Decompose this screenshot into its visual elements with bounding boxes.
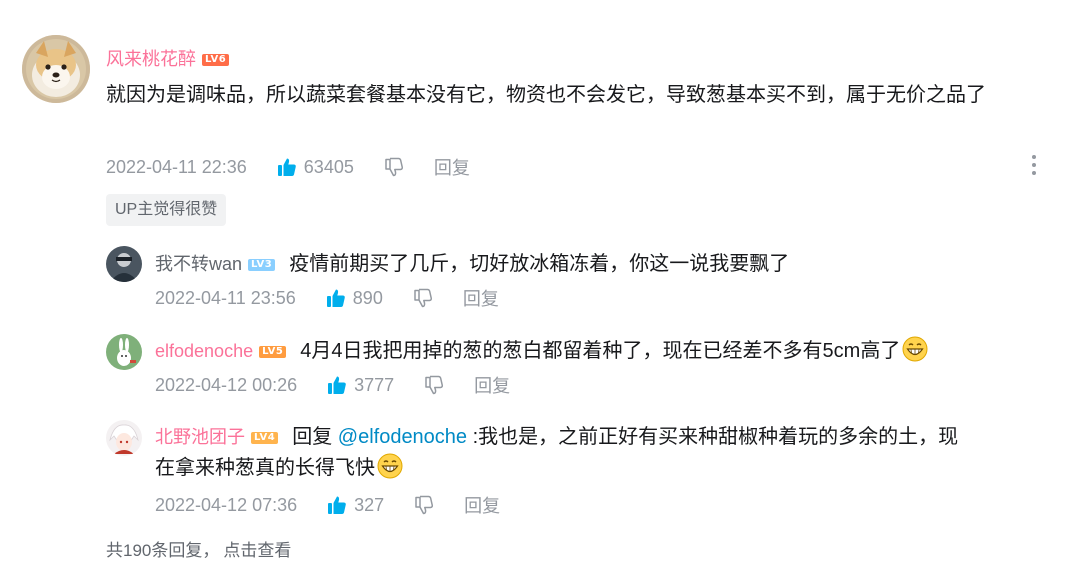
- like-button[interactable]: 63405: [277, 157, 354, 178]
- reply-line: elfodenoche LV5 4月4日我把用掉的葱的葱白都留着种了，现在已经差不多…: [155, 336, 928, 367]
- reply-text: :我也是，之前正好有买来种甜椒种着玩的多余的土，现: [472, 426, 959, 448]
- reply-time: 2022-04-12 00:26: [155, 374, 298, 395]
- thumbs-down-icon: [425, 375, 444, 395]
- reply-line: 我不转wan LV3 疫情前期买了几斤，切好放冰箱冻着，你这一说我要飘了: [155, 249, 789, 280]
- level-badge: LV3: [248, 259, 276, 271]
- reply-meta: 2022-04-12 07:36 327 回复: [155, 492, 500, 518]
- reply-time: 2022-04-11 23:56: [155, 287, 296, 308]
- reply-text: 4月4日我把用掉的葱的葱白都留着种了，现在已经差不多有5cm高了: [300, 340, 901, 362]
- like-button[interactable]: 3777: [327, 375, 394, 396]
- replies-summary: 共190条回复， 点击查看: [106, 536, 291, 561]
- reply-username[interactable]: elfodenoche: [155, 341, 253, 361]
- dislike-button[interactable]: [384, 157, 404, 177]
- reply-text: 在拿来种葱真的长得飞快: [155, 457, 375, 479]
- thumbs-up-icon: [328, 376, 346, 394]
- level-badge: LV5: [259, 346, 287, 358]
- reply-button[interactable]: 回复: [464, 492, 500, 518]
- comment-meta: 2022-04-11 22:36 63405 回复: [106, 154, 470, 180]
- like-count: 3777: [354, 374, 395, 395]
- comment-text: 就因为是调味品，所以蔬菜套餐基本没有它，物资也不会发它，导致葱基本买不到，属于无…: [106, 84, 986, 106]
- reply-button[interactable]: 回复: [474, 372, 510, 398]
- level-badge: LV6: [202, 54, 230, 66]
- like-button[interactable]: 890: [326, 288, 383, 309]
- like-count: 63405: [303, 156, 354, 177]
- username-text[interactable]: 风来桃花醉: [106, 49, 196, 69]
- reply-text: 疫情前期买了几斤，切好放冰箱冻着，你这一说我要飘了: [289, 253, 790, 275]
- thumbs-up-icon: [328, 496, 346, 514]
- reply-prefix: 回复: [292, 426, 333, 448]
- reply-username[interactable]: 我不转wan: [155, 254, 242, 274]
- thumbs-up-icon: [326, 289, 345, 307]
- reply-button[interactable]: 回复: [463, 285, 499, 311]
- reply-time: 2022-04-12 07:36: [155, 494, 298, 515]
- rabbit-avatar-icon: [106, 334, 142, 370]
- reply-line: 北野池团子 LV4 回复 @elfodenoche :我也是，之前正好有买来种甜椒种…: [155, 422, 958, 453]
- thumbs-down-icon: [414, 288, 432, 308]
- reply-meta: 2022-04-12 00:26 3777 回复: [155, 372, 510, 398]
- thumbs-down-icon: [415, 495, 434, 515]
- like-count: 890: [352, 287, 383, 308]
- avatar[interactable]: [22, 35, 90, 103]
- shiba-dog-avatar-icon: [22, 35, 90, 103]
- reply-button[interactable]: 回复: [434, 154, 470, 180]
- avatar[interactable]: [106, 334, 142, 370]
- comment-time: 2022-04-11 22:36: [106, 156, 247, 177]
- more-options-icon[interactable]: [1026, 153, 1042, 182]
- dislike-button[interactable]: [424, 375, 444, 395]
- reply-username[interactable]: 北野池团子: [155, 427, 245, 447]
- mention-link[interactable]: @elfodenoche: [338, 426, 467, 448]
- avatar[interactable]: [106, 420, 142, 456]
- grin-emoji-icon: [902, 336, 928, 362]
- like-button[interactable]: 327: [327, 495, 384, 516]
- dislike-button[interactable]: [414, 495, 434, 515]
- anime-avatar-icon: [106, 420, 142, 456]
- reply-count-text: 共190条回复，: [106, 541, 220, 560]
- comment-username[interactable]: 风来桃花醉 LV6: [106, 45, 230, 71]
- user-avatar-icon: [106, 246, 142, 282]
- reply-line-continued: 在拿来种葱真的长得飞快: [155, 453, 403, 484]
- thumbs-down-icon: [385, 157, 403, 177]
- like-count: 327: [354, 494, 385, 515]
- thumbs-up-icon: [277, 158, 296, 176]
- level-badge: LV4: [251, 432, 279, 444]
- grin-emoji-icon: [377, 453, 403, 479]
- view-replies-link[interactable]: 点击查看: [223, 541, 291, 560]
- up-liked-badge: UP主觉得很赞: [106, 194, 227, 226]
- reply-meta: 2022-04-11 23:56 890 回复: [155, 285, 499, 311]
- avatar[interactable]: [106, 246, 142, 282]
- dislike-button[interactable]: [413, 288, 433, 308]
